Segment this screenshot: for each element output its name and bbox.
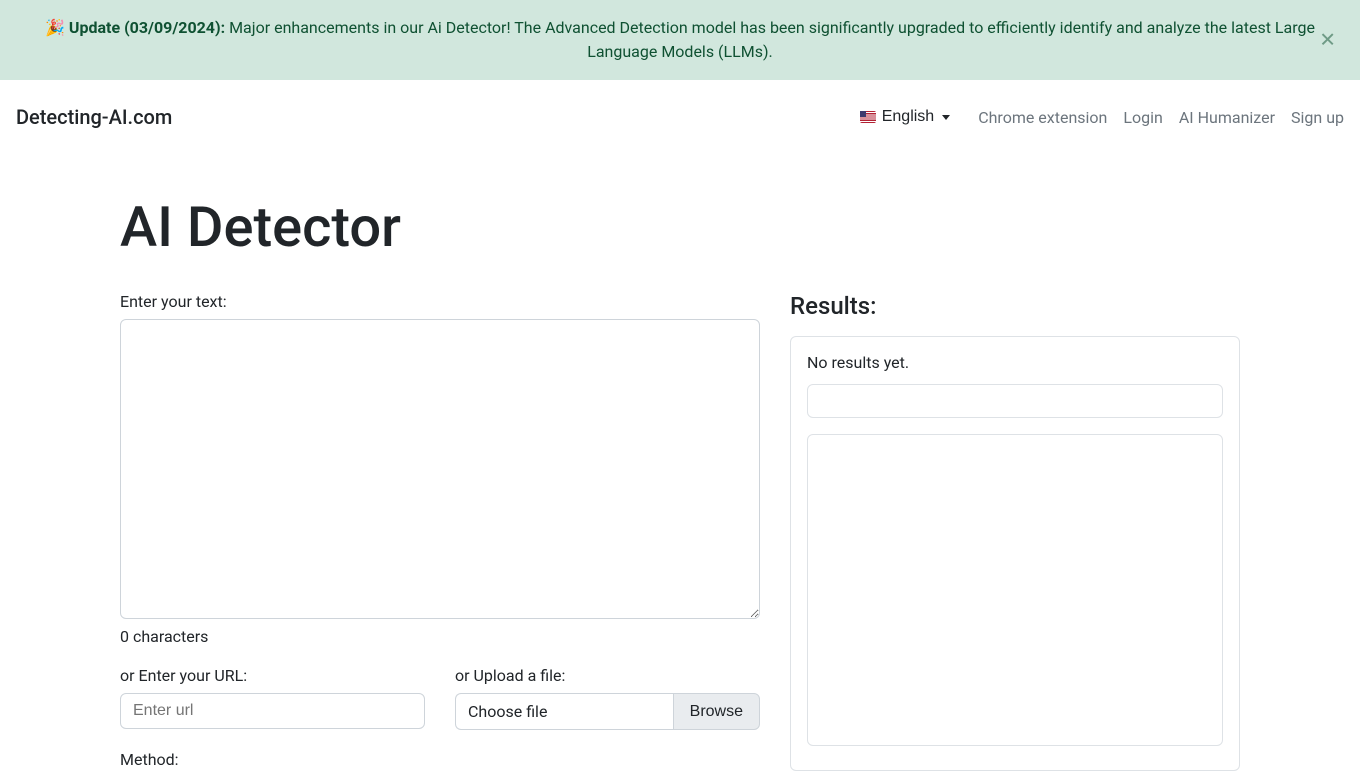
character-count: 0 characters [120, 627, 760, 646]
url-input[interactable] [120, 693, 425, 729]
text-input-label: Enter your text: [120, 292, 760, 311]
caret-down-icon [942, 115, 950, 120]
alert-close-button[interactable]: ✕ [1311, 24, 1344, 57]
file-choose-label[interactable]: Choose file [455, 693, 673, 730]
results-heading: Results: [790, 292, 1240, 320]
file-browse-button[interactable]: Browse [673, 693, 760, 730]
alert-emoji: 🎉 [45, 18, 65, 37]
file-column: or Upload a file: Choose file Browse [455, 666, 760, 730]
right-column: Results: No results yet. [790, 292, 1240, 777]
file-input-group: Choose file Browse [455, 693, 760, 730]
alert-body: Major enhancements in our Ai Detector! T… [225, 18, 1315, 61]
page-title: AI Detector [120, 194, 1240, 260]
results-summary-box [807, 384, 1223, 418]
results-card: No results yet. [790, 336, 1240, 771]
update-alert: 🎉 Update (03/09/2024): Major enhancement… [0, 0, 1360, 80]
url-column: or Enter your URL: [120, 666, 425, 730]
us-flag-icon [860, 111, 876, 123]
language-label: English [882, 108, 934, 126]
results-detail-box [807, 434, 1223, 746]
main-row: Enter your text: 0 characters or Enter y… [120, 292, 1240, 777]
nav-chrome-extension[interactable]: Chrome extension [978, 108, 1107, 127]
no-results-text: No results yet. [807, 353, 1223, 372]
alert-bold-prefix: Update (03/09/2024): [69, 18, 225, 37]
left-column: Enter your text: 0 characters or Enter y… [120, 292, 760, 777]
main-container: AI Detector Enter your text: 0 character… [120, 154, 1240, 777]
file-input-label: or Upload a file: [455, 666, 760, 685]
nav-right: English Chrome extension Login AI Humani… [848, 100, 1344, 134]
nav-login[interactable]: Login [1123, 108, 1162, 127]
method-label: Method: [120, 750, 760, 769]
text-input[interactable] [120, 319, 760, 619]
url-file-row: or Enter your URL: or Upload a file: Cho… [120, 666, 760, 730]
navbar: Detecting-AI.com English Chrome extensio… [0, 80, 1360, 154]
nav-ai-humanizer[interactable]: AI Humanizer [1179, 108, 1275, 127]
url-input-label: or Enter your URL: [120, 666, 425, 685]
nav-sign-up[interactable]: Sign up [1291, 108, 1344, 127]
language-selector[interactable]: English [848, 100, 962, 134]
brand-link[interactable]: Detecting-AI.com [16, 105, 172, 129]
close-icon: ✕ [1319, 30, 1336, 52]
